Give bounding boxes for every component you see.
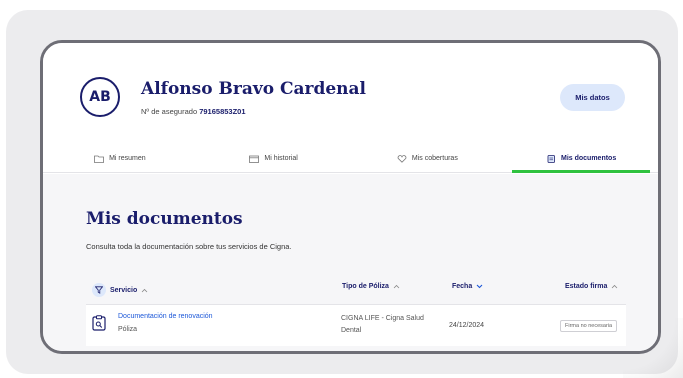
document-link[interactable]: Documentación de renovación xyxy=(118,313,213,320)
chevron-up-icon xyxy=(393,284,400,289)
tab-label: Mi resumen xyxy=(109,155,146,162)
app-window: AB Alfonso Bravo Cardenal Nº de asegurad… xyxy=(40,40,661,354)
status-badge: Firma no necesaria xyxy=(560,320,618,332)
tab-bar: Mi resumen Mi historial Mis coberturas M… xyxy=(43,145,658,173)
user-name: Alfonso Bravo Cardenal xyxy=(141,79,367,99)
table-header: Servicio Tipo de Póliza Fecha Estado fir… xyxy=(86,278,626,300)
document-category: Póliza xyxy=(118,326,138,333)
column-label: Fecha xyxy=(452,283,473,290)
document-icon xyxy=(547,154,555,163)
calendar-icon xyxy=(249,155,260,163)
clipboard-icon xyxy=(92,315,106,331)
policy-type: CIGNA LIFE - Cigna Salud Dental xyxy=(341,315,424,334)
column-label: Tipo de Póliza xyxy=(342,283,389,290)
chevron-up-icon xyxy=(141,288,148,292)
tab-label: Mi historial xyxy=(264,155,298,162)
column-fecha[interactable]: Fecha xyxy=(452,283,483,290)
profile-header: AB Alfonso Bravo Cardenal Nº de asegurad… xyxy=(43,43,658,173)
chevron-up-icon xyxy=(612,284,618,289)
mis-datos-button[interactable]: Mis datos xyxy=(560,84,625,111)
tab-label: Mis documentos xyxy=(561,155,617,162)
column-servicio[interactable]: Servicio xyxy=(92,283,148,297)
folder-icon xyxy=(94,155,104,163)
tab-mi-historial[interactable]: Mi historial xyxy=(197,145,351,172)
policy-number-label: Nº de asegurado xyxy=(141,107,198,116)
heart-icon xyxy=(397,154,407,163)
policy-number-line: Nº de asegurado 79165853Z01 xyxy=(141,107,246,116)
tab-label: Mis coberturas xyxy=(411,155,458,162)
column-estado-firma[interactable]: Estado firma xyxy=(565,283,618,290)
page-title: Mis documentos xyxy=(86,209,243,229)
documents-section: Mis documentos Consulta toda la document… xyxy=(43,174,658,351)
avatar: AB xyxy=(80,77,120,117)
table-row[interactable]: Documentación de renovación Póliza CIGNA… xyxy=(86,304,626,346)
column-label: Estado firma xyxy=(565,283,608,290)
policy-number-value: 79165853Z01 xyxy=(199,107,246,116)
chevron-down-icon xyxy=(476,284,483,289)
column-label: Servicio xyxy=(110,286,138,294)
page-subtitle: Consulta toda la documentación sobre tus… xyxy=(86,242,292,251)
tab-mis-coberturas[interactable]: Mis coberturas xyxy=(351,145,505,172)
column-tipo-poliza[interactable]: Tipo de Póliza xyxy=(342,283,400,290)
document-date: 24/12/2024 xyxy=(449,322,485,329)
filter-icon[interactable] xyxy=(92,283,106,297)
tab-mis-documentos[interactable]: Mis documentos xyxy=(504,145,658,173)
tab-mi-resumen[interactable]: Mi resumen xyxy=(43,145,197,172)
